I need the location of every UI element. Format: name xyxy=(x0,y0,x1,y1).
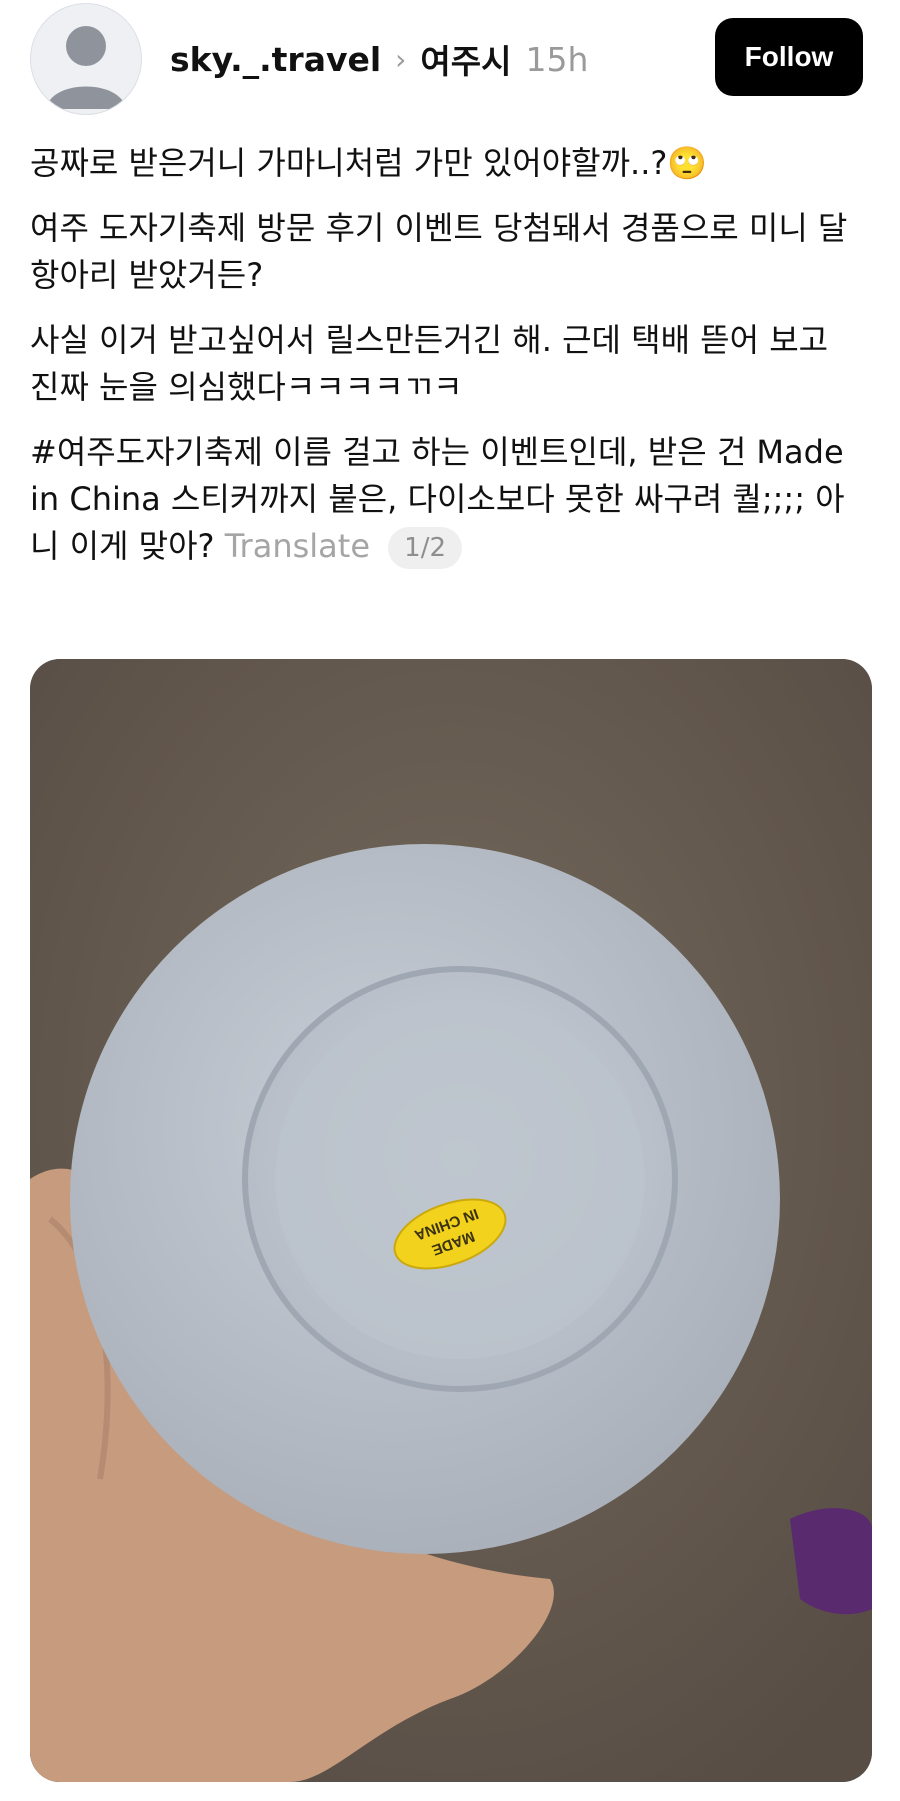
post-line-3: 사실 이거 받고싶어서 릴스만든거긴 해. 근데 택배 뜯어 보고 진짜 눈을 … xyxy=(30,321,829,406)
bowl-photo: MADE IN CHINA xyxy=(30,659,872,1782)
post-text: 공짜로 받은거니 가마니처럼 가만 있어야할까..?🙄 여주 도자기축제 방문 … xyxy=(30,140,860,588)
user-line: sky._.travel › 여주시 15h xyxy=(170,34,588,84)
username[interactable]: sky._.travel xyxy=(170,40,381,79)
follow-button[interactable]: Follow xyxy=(715,18,863,96)
location-label[interactable]: 여주시 xyxy=(420,35,511,83)
post-time: 15h xyxy=(525,39,589,79)
post-line-4: #여주도자기축제 이름 걸고 하는 이벤트인데, 받은 건 Made in Ch… xyxy=(30,429,860,570)
post-line-1: 공짜로 받은거니 가마니처럼 가만 있어야할까..?🙄 xyxy=(30,144,708,182)
post-photo[interactable]: MADE IN CHINA xyxy=(30,659,872,1782)
post-line-2: 여주 도자기축제 방문 후기 이벤트 당첨돼서 경품으로 미니 달항아리 받았거… xyxy=(30,209,848,294)
default-avatar-icon xyxy=(46,26,126,109)
chevron-right-icon: › xyxy=(395,42,407,76)
avatar[interactable] xyxy=(30,3,142,115)
translate-link[interactable]: Translate xyxy=(225,527,370,565)
page-indicator: 1/2 xyxy=(388,527,463,569)
post-header: sky._.travel › 여주시 15h Follow xyxy=(0,0,900,130)
